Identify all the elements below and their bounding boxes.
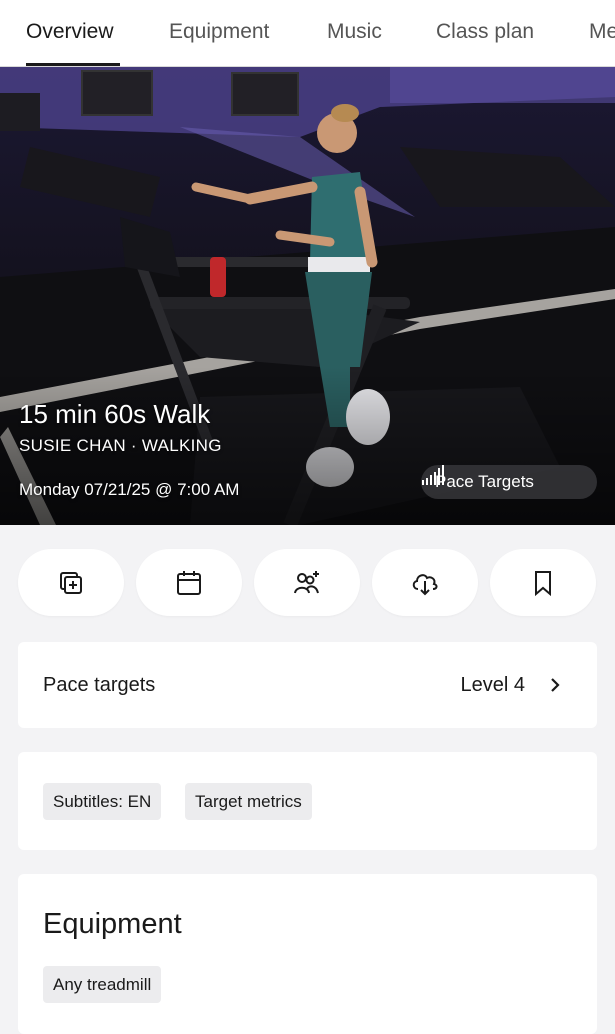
- pace-targets-label: Pace targets: [43, 674, 156, 696]
- signal-bars-icon: [422, 465, 444, 485]
- class-features-card: Subtitles: EN Target metrics: [18, 752, 597, 850]
- pace-targets-badge: Pace Targets: [421, 465, 597, 499]
- tab-overview[interactable]: Overview: [26, 20, 114, 44]
- class-datetime: Monday 07/21/25 @ 7:00 AM: [19, 480, 240, 499]
- pace-targets-badge-label: Pace Targets: [435, 472, 534, 491]
- equipment-tag: Any treadmill: [43, 966, 162, 1003]
- bookmark-icon: [535, 570, 551, 596]
- tab-bar: Overview Equipment Music Class plan Me: [0, 0, 615, 67]
- equipment-card: Equipment Any treadmill: [18, 874, 597, 1034]
- calendar-icon: [177, 570, 201, 595]
- action-row: [0, 549, 615, 616]
- instructor-discipline: SUSIE CHAN · WALKING: [19, 436, 222, 455]
- studio-scene: [0, 67, 615, 525]
- invite-friends-button[interactable]: [254, 549, 360, 616]
- pace-targets-level: Level 4: [460, 674, 526, 696]
- add-to-stack-button[interactable]: [18, 549, 124, 616]
- stack-plus-icon: [60, 571, 82, 594]
- add-people-icon: [294, 570, 319, 593]
- tab-more[interactable]: Me: [589, 20, 615, 44]
- bookmark-button[interactable]: [490, 549, 596, 616]
- class-title: 15 min 60s Walk: [19, 399, 211, 429]
- target-metrics-tag: Target metrics: [185, 783, 312, 820]
- tab-class-plan[interactable]: Class plan: [436, 20, 534, 44]
- cloud-download-icon: [412, 573, 438, 595]
- active-tab-indicator: [26, 63, 120, 66]
- subtitles-tag: Subtitles: EN: [43, 783, 162, 820]
- pace-targets-row[interactable]: Pace targets Level 4: [18, 642, 597, 728]
- download-button[interactable]: [372, 549, 478, 616]
- equipment-heading: Equipment: [43, 908, 182, 940]
- class-hero-image[interactable]: 15 min 60s Walk SUSIE CHAN · WALKING Mon…: [0, 67, 615, 525]
- schedule-button[interactable]: [136, 549, 242, 616]
- chevron-right-icon: [551, 678, 560, 692]
- tab-music[interactable]: Music: [327, 20, 382, 44]
- tab-equipment[interactable]: Equipment: [169, 20, 269, 44]
